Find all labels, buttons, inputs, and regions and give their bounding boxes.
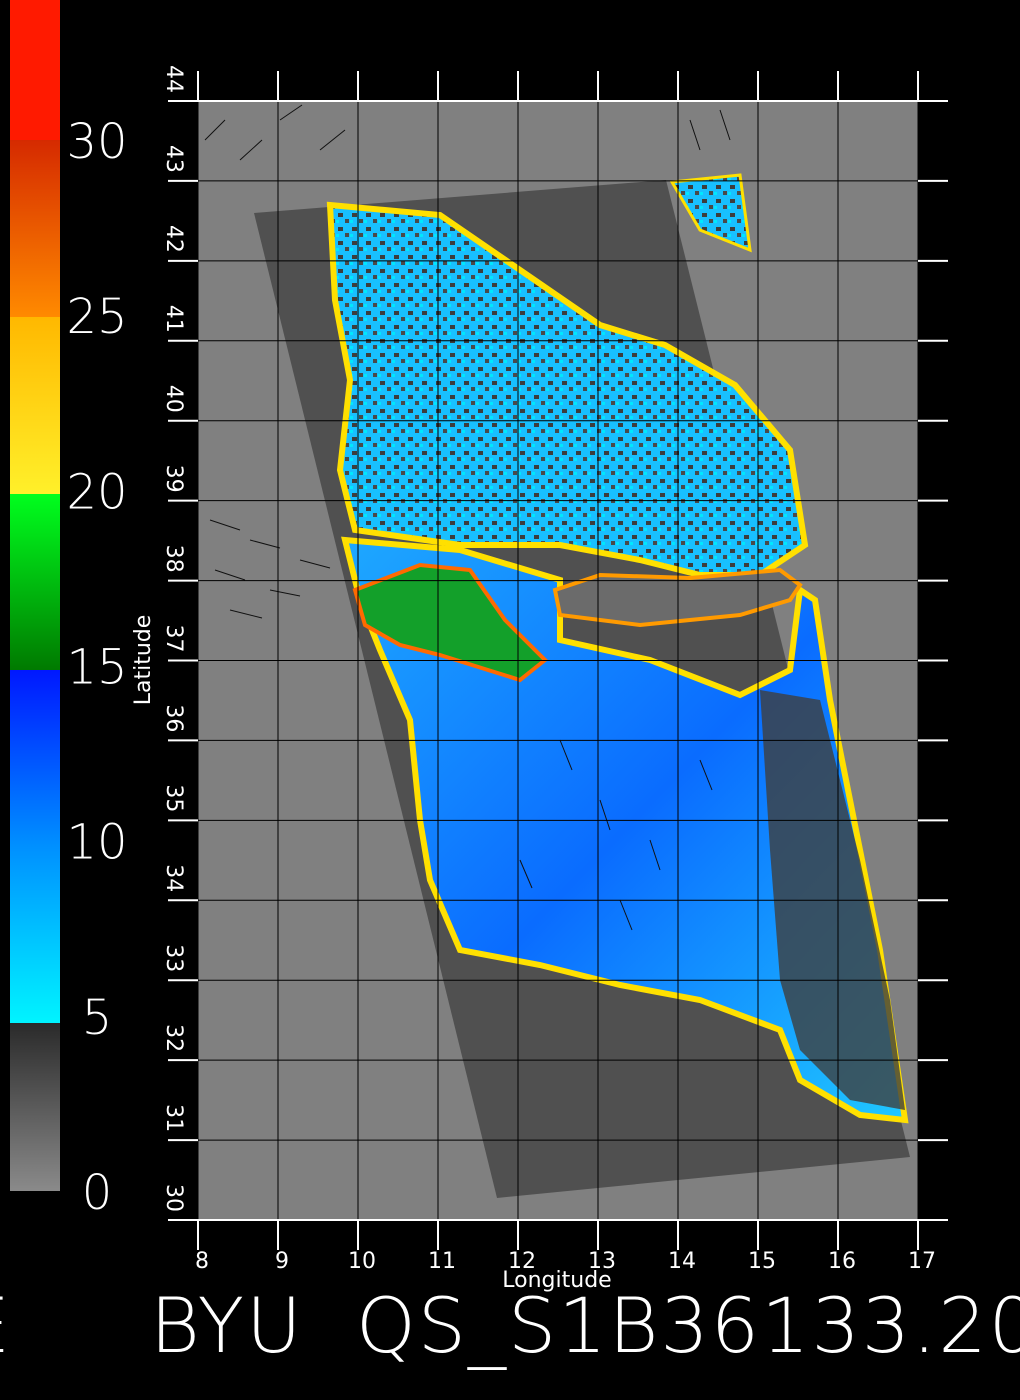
y-tick-labels: 30 31 32 33 34 35 36 37 38 39 40 41 42 43 44 bbox=[161, 65, 186, 1212]
y-tick-label: 30 bbox=[161, 1184, 186, 1212]
x-tick-label: 17 bbox=[908, 1249, 936, 1274]
y-tick-label: 43 bbox=[161, 145, 186, 173]
colorbar-label: 20 bbox=[66, 464, 127, 520]
y-tick-label: 41 bbox=[161, 305, 186, 333]
y-tick-label: 38 bbox=[161, 545, 186, 573]
footer-title: BYU QS_S1B36133.200 bbox=[150, 1281, 1020, 1370]
x-tick-label: 15 bbox=[748, 1249, 776, 1274]
colorbar-label: 30 bbox=[66, 114, 127, 170]
wind-speed-map: 051015202530 8 9 10 11 12 13 14 15 16 17 303132 bbox=[0, 0, 1020, 1370]
x-tick-label: 14 bbox=[668, 1249, 696, 1274]
y-tick-label: 40 bbox=[161, 385, 186, 413]
colorbar-label: 25 bbox=[66, 289, 127, 345]
x-tick-label: 8 bbox=[195, 1249, 209, 1274]
colorbar-label: 0 bbox=[82, 1165, 113, 1221]
y-tick-label: 37 bbox=[161, 625, 186, 653]
x-tick-label: 10 bbox=[348, 1249, 376, 1274]
x-tick-label: 16 bbox=[828, 1249, 856, 1274]
colorbar-label: 5 bbox=[82, 990, 113, 1046]
colorbar-segment-15-20 bbox=[10, 494, 60, 670]
y-tick-label: 39 bbox=[161, 465, 186, 493]
colorbar-segment-25-30 bbox=[10, 140, 60, 317]
y-tick-label: 36 bbox=[161, 704, 186, 732]
plot-area bbox=[198, 101, 918, 1220]
y-tick-label: 34 bbox=[161, 864, 186, 892]
y-tick-label: 31 bbox=[161, 1104, 186, 1132]
y-axis-title: Latitude bbox=[131, 615, 156, 706]
y-tick-label: 42 bbox=[161, 225, 186, 253]
colorbar-segment-top bbox=[10, 0, 60, 140]
colorbar-segment-5-15 bbox=[10, 670, 60, 1023]
footer-left-fragment: E bbox=[0, 1281, 12, 1370]
colorbar: 0 5 10 15 20 25 30 bbox=[10, 0, 128, 1221]
y-tick-label: 44 bbox=[161, 65, 186, 93]
colorbar-segment-20-25 bbox=[10, 317, 60, 494]
y-tick-label: 35 bbox=[161, 784, 186, 812]
colorbar-label: 10 bbox=[66, 815, 127, 871]
y-tick-label: 33 bbox=[161, 944, 186, 972]
x-tick-label: 9 bbox=[275, 1249, 289, 1274]
x-tick-label: 11 bbox=[428, 1249, 456, 1274]
colorbar-label: 15 bbox=[66, 640, 127, 696]
y-tick-label: 32 bbox=[161, 1024, 186, 1052]
colorbar-segment-0-5 bbox=[10, 1023, 60, 1191]
colorbar-labels: 0 5 10 15 20 25 30 bbox=[66, 114, 127, 1221]
